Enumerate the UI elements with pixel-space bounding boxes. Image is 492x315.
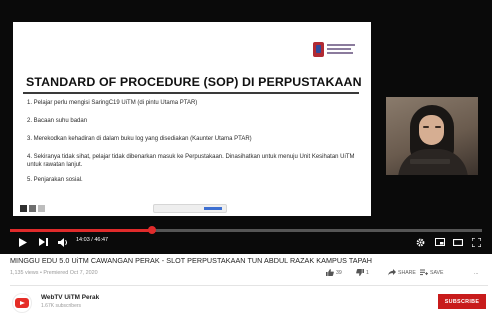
video-title: MINGGU EDU 5.0 UiTM CAWANGAN PERAK - SLO… [10,256,372,265]
more-actions-button[interactable]: ... [474,268,478,278]
subscriber-count: 1.67K subscribers [41,303,82,309]
slide-divider [23,92,359,94]
save-button[interactable]: SAVE [420,268,443,278]
slide-list-item: 1. Pelajar perlu mengisi SaringC19 UiTM … [27,100,198,106]
webcam-presenter [386,97,478,175]
save-label: SAVE [430,270,444,276]
slide-list-item: 2. Bacaan suhu badan [27,118,88,124]
slide-list-item: 3. Merekodkan kehadiran di dalam buku lo… [27,136,252,142]
channel-avatar[interactable] [12,293,32,313]
slide-title: STANDARD OF PROCEDURE (SOP) DI PERPUSTAK… [26,75,362,89]
volume-icon[interactable] [56,235,70,249]
seek-handle[interactable] [147,226,156,234]
dislike-button[interactable]: 1 [356,268,369,278]
play-icon[interactable] [16,235,30,249]
share-icon [388,268,396,278]
video-meta: 1,135 views • Premiered Oct 7, 2020 [10,270,98,276]
miniplayer-icon[interactable] [434,235,446,249]
slide-list-item: 5. Penjarakan sosial. [27,177,83,183]
like-button[interactable]: 39 [326,268,342,278]
presentation-slide: STANDARD OF PROCEDURE (SOP) DI PERPUSTAK… [13,22,371,216]
slide-sop-list: 1. Pelajar perlu mengisi SaringC19 UiTM … [27,100,363,195]
save-playlist-icon [420,269,428,278]
next-icon[interactable] [36,235,50,249]
share-button[interactable]: SHARE [388,268,416,278]
share-label: SHARE [398,270,416,276]
thumbs-down-icon [356,268,364,278]
slide-list-item: 4. Sekiranya tidak sihat, pelajar tidak … [27,154,355,168]
video-player[interactable]: STANDARD OF PROCEDURE (SOP) DI PERPUSTAK… [0,0,492,254]
divider [10,285,488,286]
player-controls [0,235,492,249]
more-icon: ... [474,270,479,276]
university-logo [313,38,359,60]
thumbs-up-icon [326,268,334,278]
theater-mode-icon[interactable] [452,235,464,249]
channel-name[interactable]: WebTV UiTM Perak [41,294,99,301]
slide-toolbar [153,204,227,213]
fullscreen-icon[interactable] [470,235,482,249]
subscribe-button[interactable]: SUBSCRIBE [438,294,486,309]
presenter-name-tag [410,159,450,164]
dislike-count: 1 [366,270,369,276]
settings-gear-icon[interactable] [414,235,426,249]
time-display: 14:03 / 46:47 [76,237,109,243]
seek-bar[interactable] [10,226,482,234]
youtube-play-logo-icon [15,298,29,308]
slide-footer-icons [20,205,45,212]
university-crest-icon [313,41,324,57]
like-count: 39 [336,270,342,276]
seek-bar-played [10,229,152,232]
